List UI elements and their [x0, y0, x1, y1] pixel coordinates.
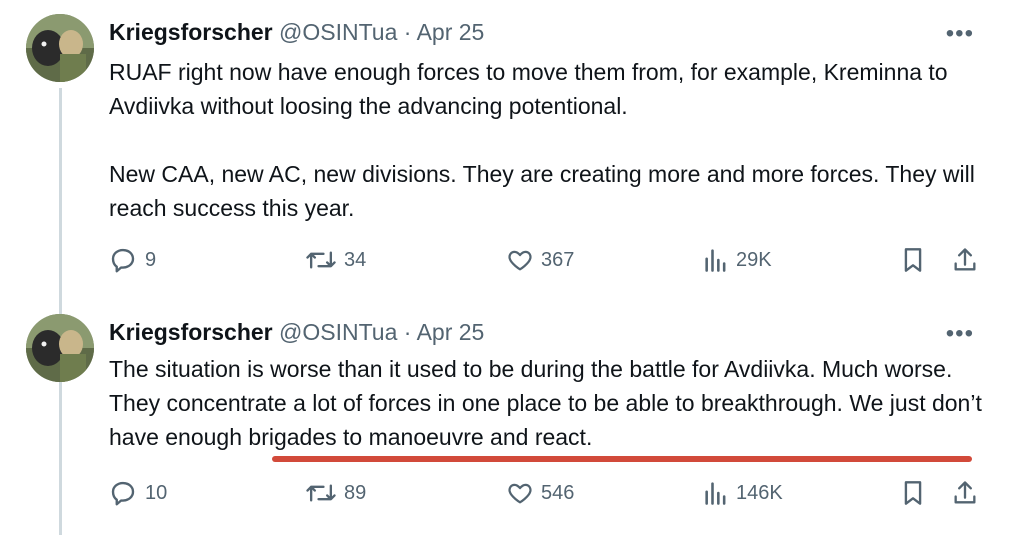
views-icon — [705, 482, 726, 505]
views-icon — [705, 249, 726, 272]
reply-button[interactable]: 9 — [108, 245, 156, 275]
share-button[interactable] — [951, 245, 979, 280]
reply-count: 10 — [145, 482, 168, 504]
repost-icon — [306, 484, 336, 502]
tweet-header: Kriegsforscher @OSINTua · Apr 25 — [109, 17, 484, 47]
like-icon — [508, 250, 532, 271]
tweet-paragraph: New CAA, new AC, new divisions. They are… — [109, 161, 975, 221]
separator-dot: · — [403, 19, 412, 45]
tweet-text: The situation is worse than it used to b… — [109, 352, 989, 454]
views-button[interactable]: 146K — [703, 478, 783, 508]
tweet-date[interactable]: Apr 25 — [417, 19, 485, 45]
repost-icon — [306, 251, 336, 269]
red-underline-annotation — [272, 456, 972, 462]
avatar[interactable] — [26, 14, 94, 82]
tweet-text: RUAF right now have enough forces to mov… — [109, 55, 989, 225]
author-name[interactable]: Kriegsforscher — [109, 319, 273, 345]
share-icon — [954, 248, 976, 271]
reply-button[interactable]: 10 — [108, 478, 167, 508]
reply-icon — [111, 248, 135, 273]
separator-dot: · — [403, 319, 412, 345]
tweet-header: Kriegsforscher @OSINTua · Apr 25 — [109, 317, 484, 347]
share-button[interactable] — [951, 478, 979, 513]
author-name[interactable]: Kriegsforscher — [109, 19, 273, 45]
bookmark-button[interactable] — [900, 245, 926, 280]
like-count: 367 — [541, 249, 575, 271]
like-button[interactable]: 367 — [506, 245, 574, 275]
repost-count: 89 — [344, 482, 367, 504]
bookmark-icon — [904, 248, 922, 272]
like-icon — [508, 483, 532, 504]
tweet-actions: 10 89 546 146K — [0, 478, 1010, 508]
avatar[interactable] — [26, 314, 94, 382]
thread-connector-line — [59, 88, 62, 535]
reply-icon — [111, 481, 135, 506]
like-button[interactable]: 546 — [506, 478, 574, 508]
like-count: 546 — [541, 482, 575, 504]
bookmark-icon — [904, 481, 922, 505]
more-icon[interactable]: ••• — [946, 322, 974, 346]
views-count: 29K — [736, 249, 772, 271]
repost-button[interactable]: 89 — [305, 478, 366, 508]
tweet-actions: 9 34 367 29K — [0, 245, 1010, 275]
author-handle[interactable]: @OSINTua — [279, 19, 397, 45]
more-icon[interactable]: ••• — [946, 22, 974, 46]
tweet-paragraph: RUAF right now have enough forces to mov… — [109, 59, 948, 119]
tweet-text-plain: The situation is worse than it used to b… — [109, 356, 953, 416]
author-handle[interactable]: @OSINTua — [279, 319, 397, 345]
tweet-paragraph: The situation is worse than it used to b… — [109, 352, 989, 454]
reply-count: 9 — [145, 249, 157, 271]
tweet-date[interactable]: Apr 25 — [417, 319, 485, 345]
views-count: 146K — [736, 482, 783, 504]
repost-count: 34 — [344, 249, 367, 271]
views-button[interactable]: 29K — [703, 245, 772, 275]
bookmark-button[interactable] — [900, 478, 926, 513]
repost-button[interactable]: 34 — [305, 245, 366, 275]
share-icon — [954, 481, 976, 504]
